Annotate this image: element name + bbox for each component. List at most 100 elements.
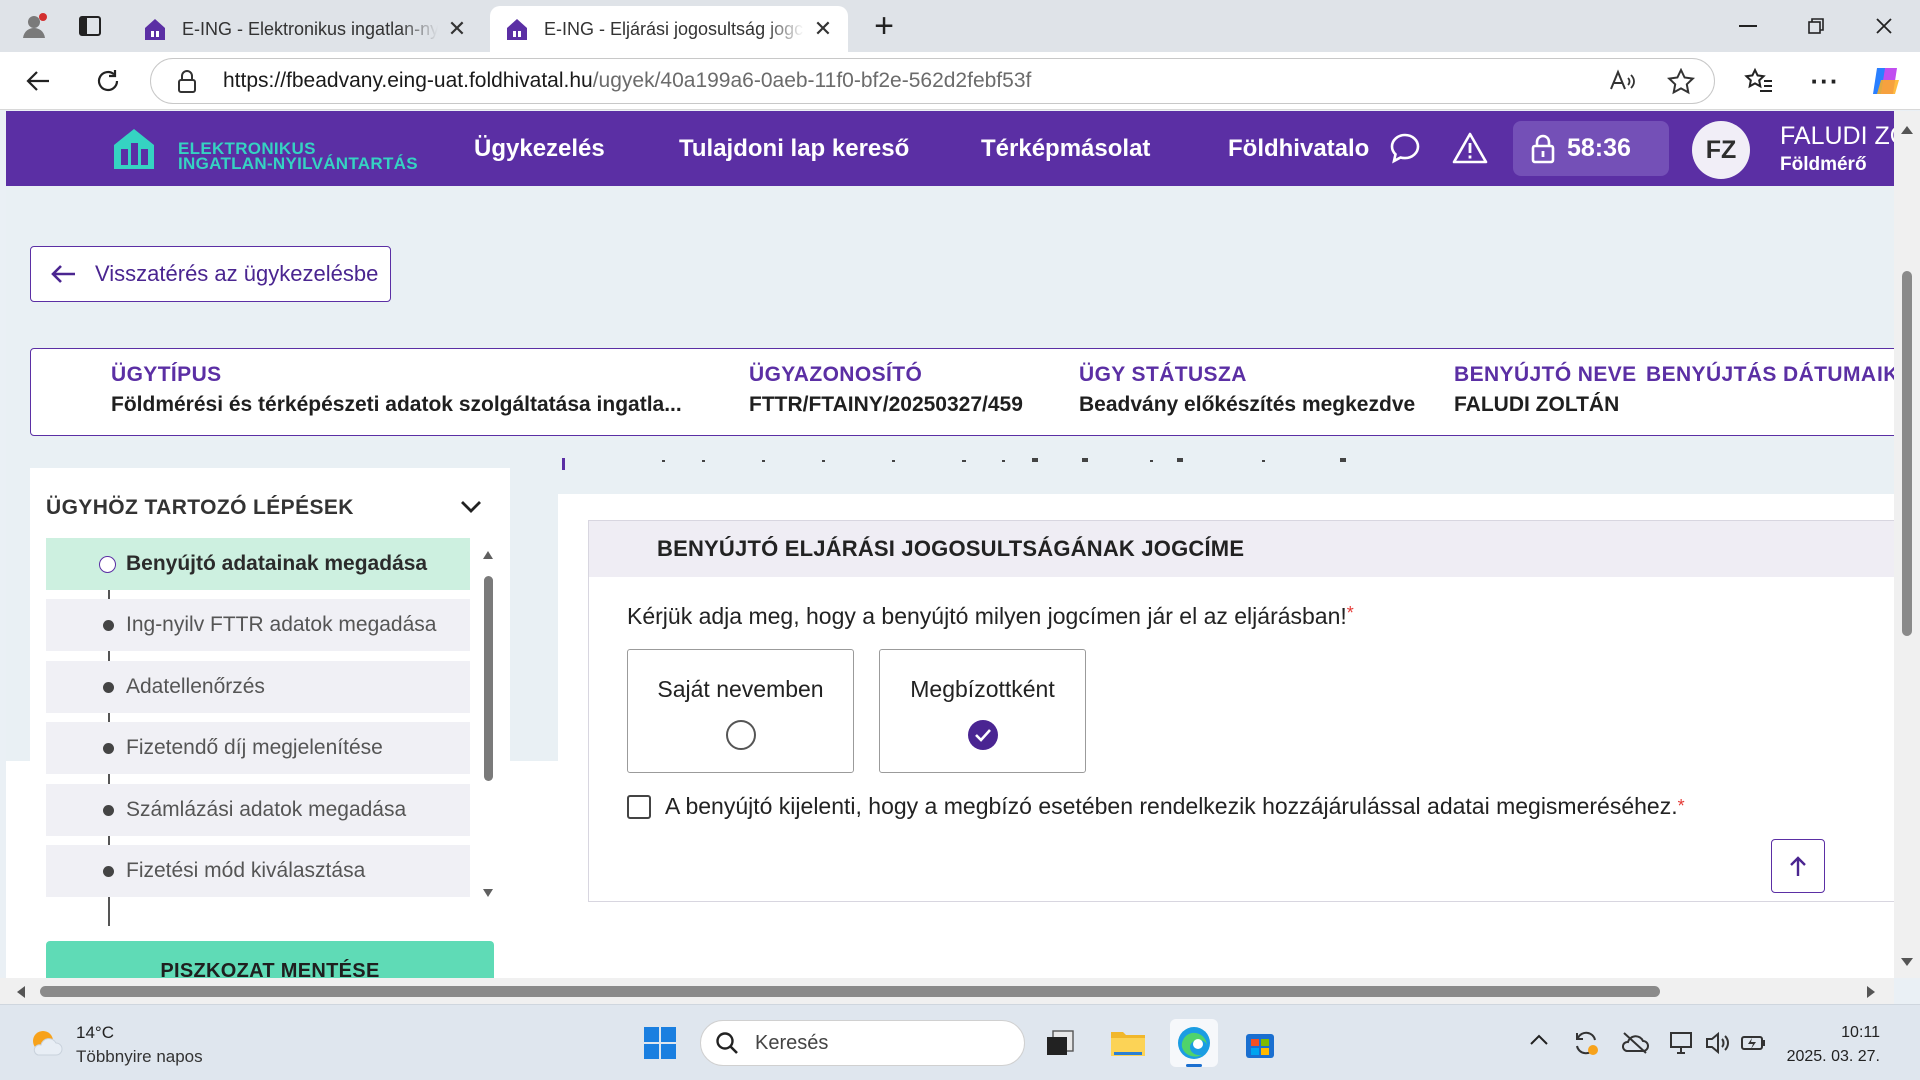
scroll-up-arrow-icon[interactable] [1900,125,1914,135]
radio-as-proxy[interactable] [967,720,998,750]
warning-icon[interactable] [1452,131,1488,165]
step-item-fee-display[interactable]: Fizetendő díj megjelenítése [46,722,470,774]
summary-ik: IK [1877,363,1894,386]
chevron-up-icon[interactable] [1528,1029,1550,1051]
session-timer[interactable]: 58:36 [1513,121,1669,176]
scroll-right-arrow-icon[interactable] [1866,985,1876,999]
consent-row[interactable]: A benyújtó kijelenti, hogy a megbízó ese… [627,793,1685,820]
house-logo-icon[interactable] [110,125,158,173]
summary-case-status: ÜGY STÁTUSZA Beadvány előkészítés megkez… [1079,363,1416,416]
option-own-name[interactable]: Saját nevemben [627,649,854,773]
step-item-fttr-data[interactable]: Ing-nyilv FTTR adatok megadása [46,599,470,651]
tab-actions-icon[interactable] [74,10,106,42]
user-avatar[interactable]: FZ [1692,121,1750,179]
save-draft-button[interactable]: PISZKOZAT MENTÉSE [46,941,494,978]
tab-eing-main[interactable]: E-ING - Elektronikus ingatlan-nyilvántar… [128,6,482,52]
close-tab-icon[interactable]: ✕ [812,16,834,42]
checkmark-icon [974,729,991,742]
microsoft-store-icon[interactable] [1236,1019,1284,1067]
close-window-icon[interactable] [1852,0,1916,52]
radio-own-name[interactable] [725,720,756,750]
scroll-left-arrow-icon[interactable] [16,985,26,999]
step-item-billing-data[interactable]: Számlázási adatok megadása [46,784,470,836]
page-content: Visszatérés az ügykezelésbe ÜGYTÍPUS Föl… [6,186,1894,978]
steps-scrollbar-thumb[interactable] [484,576,493,781]
summary-submission-date: BENYÚJTÁS DÁTUMA [1646,363,1877,386]
step-marker [103,620,114,631]
browser-tab-bar: E-ING - Elektronikus ingatlan-nyilvántar… [0,0,1920,52]
arrow-up-icon [1790,856,1806,876]
back-to-case-management-button[interactable]: Visszatérés az ügykezelésbe [30,246,391,302]
search-icon [716,1032,738,1054]
windows-start-icon[interactable] [636,1019,684,1067]
option-as-proxy[interactable]: Megbízottként [879,649,1086,773]
entitlement-question: Kérjük adja meg, hogy a benyújtó milyen … [627,603,1354,629]
edge-browser-icon[interactable] [1170,1019,1218,1067]
step-item-data-check[interactable]: Adatellenőrzés [46,661,470,713]
step-marker [103,805,114,816]
weather-sun-cloud-icon[interactable] [28,1025,64,1061]
more-menu-icon[interactable]: ··· [1808,65,1842,97]
eing-favicon-icon [145,19,165,40]
step-item-submitter-data[interactable]: Benyújtó adatainak megadása [46,538,470,590]
volume-icon[interactable] [1704,1029,1732,1057]
minimize-icon[interactable] [1716,0,1780,52]
profile-icon[interactable] [14,8,56,44]
scroll-to-top-button[interactable] [1771,839,1825,893]
url-field[interactable]: https://fbeadvany.eing-uat.foldhivatal.h… [150,58,1715,104]
consent-checkbox[interactable] [627,794,651,819]
restore-icon[interactable] [1784,0,1848,52]
clock-date: 2025. 03. 27. [1786,1048,1880,1065]
step-item-payment-method[interactable]: Fizetési mód kiválasztása [46,845,470,897]
step-marker [103,866,114,877]
new-tab-icon[interactable]: + [866,7,902,45]
file-explorer-icon[interactable] [1104,1019,1152,1067]
page-vertical-scrollbar-thumb[interactable] [1902,271,1912,636]
read-aloud-icon[interactable] [1609,69,1637,93]
required-mark: * [1677,796,1685,816]
user-name[interactable]: FALUDI ZO [1780,122,1909,151]
url-text: https://fbeadvany.eing-uat.foldhivatal.h… [223,69,1032,92]
close-tab-icon[interactable]: ✕ [446,16,468,42]
network-icon[interactable] [1668,1029,1696,1057]
site-logo-text[interactable]: ELEKTRONIKUS INGATLAN-NYILVÁNTARTÁS [178,140,418,172]
search-placeholder: Keresés [755,1031,829,1054]
refresh-icon[interactable] [92,65,124,97]
card-heading: BENYÚJTÓ ELJÁRÁSI JOGOSULTSÁGÁNAK JOGCÍM… [589,521,1894,577]
favorites-icon[interactable] [1742,65,1776,97]
scroll-down-arrow-icon[interactable] [1900,957,1914,967]
page-horizontal-scrollbar[interactable] [0,978,1894,1004]
nav-ugykezeles[interactable]: Ügykezelés [474,135,605,163]
page-horizontal-scrollbar-thumb[interactable] [40,986,1660,997]
steps-title: ÜGYHÖZ TARTOZÓ LÉPÉSEK [46,496,354,519]
scroll-up-arrow-icon[interactable] [482,550,494,560]
entitlement-card: BENYÚJTÓ ELJÁRÁSI JOGOSULTSÁGÁNAK JOGCÍM… [588,520,1894,902]
site-header: ELEKTRONIKUS INGATLAN-NYILVÁNTARTÁS Ügyk… [6,111,1909,186]
chat-bubble-icon[interactable] [1388,131,1422,165]
sync-icon[interactable] [1572,1029,1600,1057]
scroll-down-arrow-icon[interactable] [482,888,494,898]
weather-temperature[interactable]: 14°C [76,1023,114,1043]
timer-text: 58:36 [1567,134,1631,162]
step-marker [99,556,116,573]
copilot-icon[interactable] [1868,63,1904,99]
tab-title: E-ING - Elektronikus ingatlan-nyilvántar… [182,18,438,39]
cloud-offline-icon[interactable] [1620,1029,1650,1057]
chevron-down-icon[interactable] [460,500,482,514]
weather-description[interactable]: Többnyire napos [76,1047,203,1067]
task-view-icon[interactable] [1036,1019,1084,1067]
battery-icon[interactable] [1740,1029,1768,1057]
tab-eing-active[interactable]: E-ING - Eljárási jogosultság jogcíme ✕ [490,6,848,52]
consent-label: A benyújtó kijelenti, hogy a megbízó ese… [665,793,1678,819]
nav-terkepmasolat[interactable]: Térképmásolat [981,135,1150,163]
taskbar-clock[interactable]: 10:11 2025. 03. 27. [1780,1021,1880,1069]
lock-icon [178,70,196,93]
user-role: Földmérő [1780,154,1867,175]
summary-submitter-name: BENYÚJTÓ NEVE FALUDI ZOLTÁN [1454,363,1637,416]
taskbar-search-input[interactable]: Keresés [700,1020,1025,1066]
favorite-star-icon[interactable] [1667,68,1695,96]
page-vertical-scrollbar[interactable] [1894,111,1920,978]
nav-tulajdoni-lap-kereso[interactable]: Tulajdoni lap kereső [679,135,909,163]
nav-foldhivatalok[interactable]: Földhivatalo [1228,135,1369,163]
back-arrow-icon[interactable] [22,65,54,97]
